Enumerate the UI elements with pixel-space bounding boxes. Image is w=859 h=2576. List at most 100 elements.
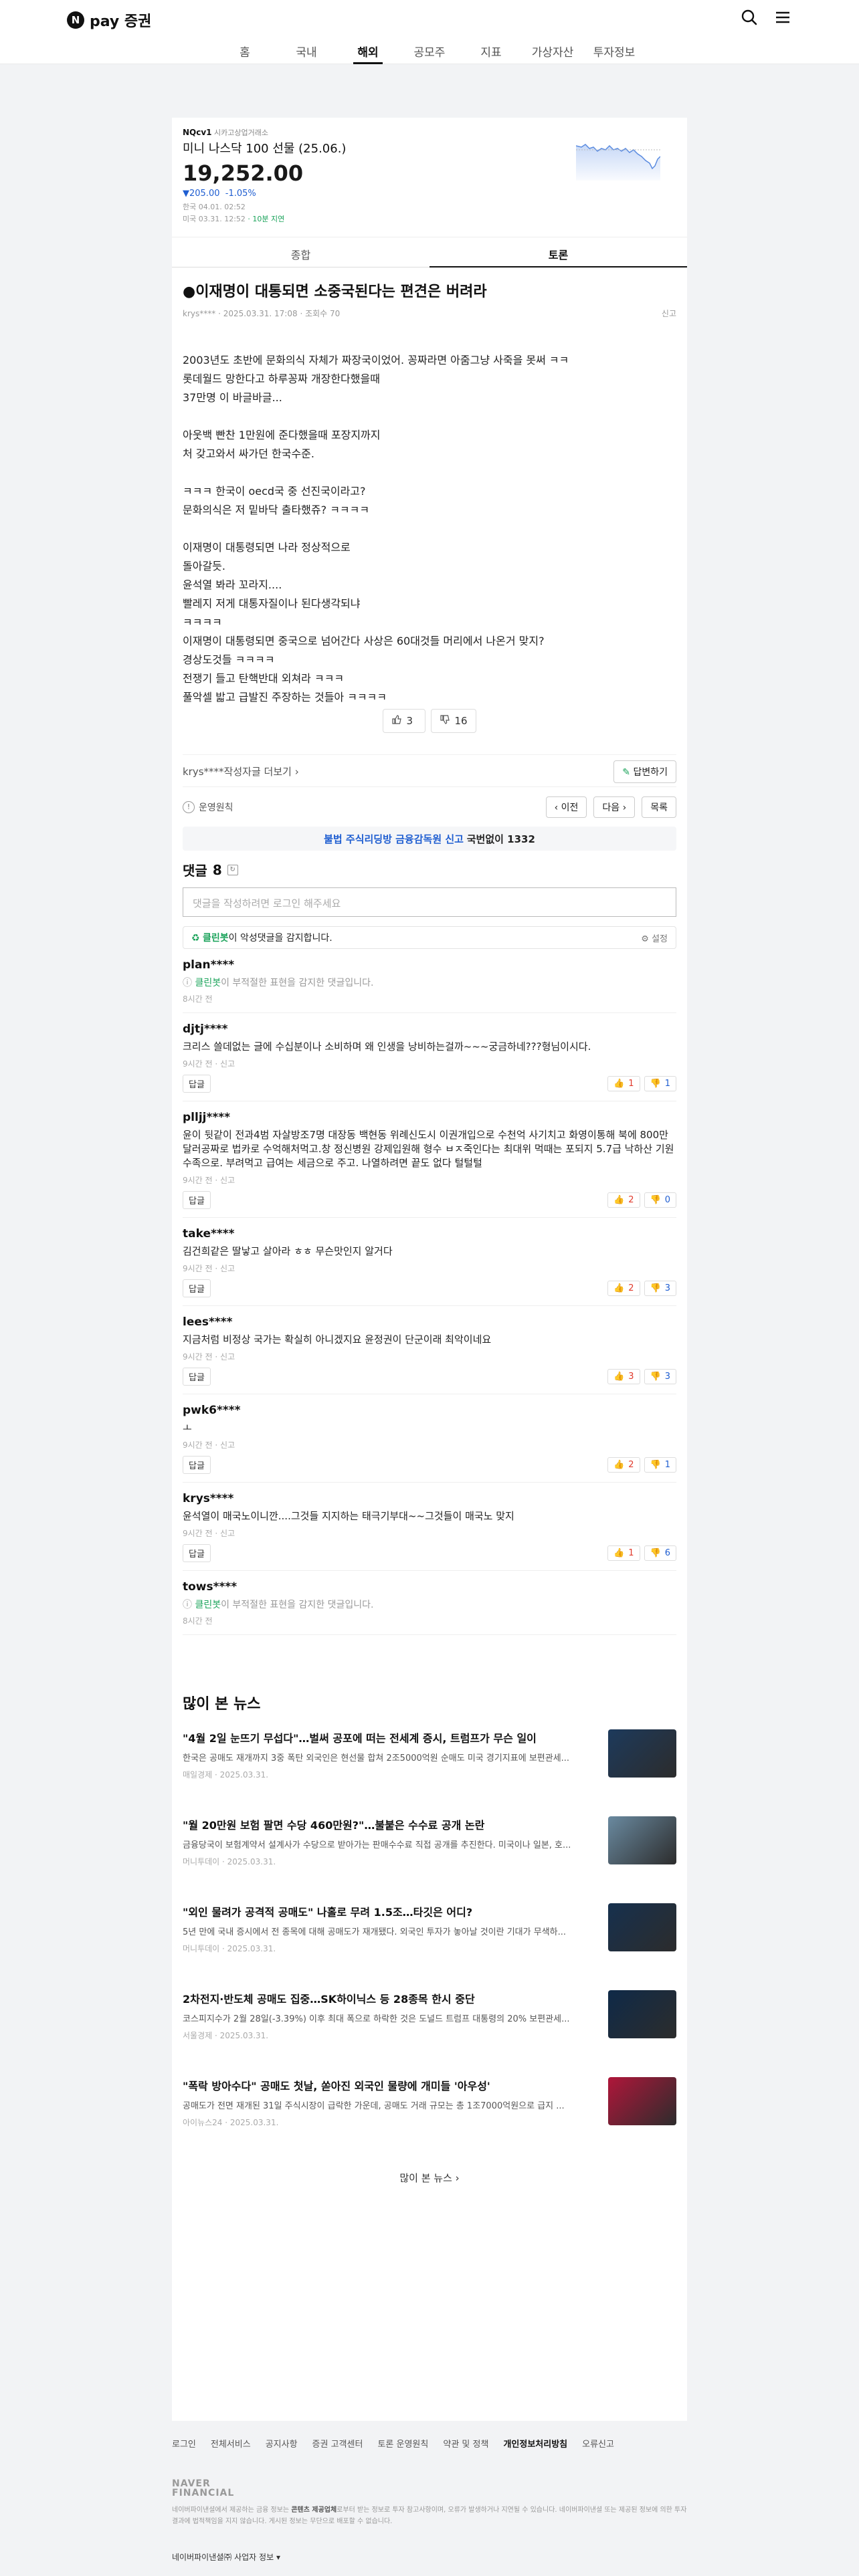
comment-user[interactable]: pwk6**** (183, 1404, 676, 1417)
comment-list: plan**** ⓘ 클린봇이 부적절한 표현을 감지한 댓글입니다. 8시간 전d… (183, 949, 676, 1635)
comment-report-link[interactable]: 신고 (220, 1059, 235, 1069)
nav-invest-info[interactable]: 투자정보 (583, 36, 645, 64)
footer-link[interactable]: 공지사항 (266, 2437, 298, 2450)
nav-home[interactable]: 홈 (214, 36, 276, 64)
footer-link[interactable]: 오류신고 (582, 2437, 614, 2450)
like-button[interactable]: 3 (383, 709, 426, 733)
comment-report-link[interactable]: 신고 (220, 1440, 235, 1450)
post-body-line: ㅋㅋㅋ 한국이 oecd국 중 선진국이라고? (183, 485, 366, 498)
comment-report-link[interactable]: 신고 (220, 1529, 235, 1538)
filtered-text: 이 부적절한 표현을 감지한 댓글입니다. (221, 978, 374, 988)
comment-report-link[interactable]: 신고 (220, 1264, 235, 1273)
comment-reply-button[interactable]: 답글 (183, 1544, 211, 1562)
footer-link[interactable]: 개인정보처리방침 (503, 2437, 567, 2450)
comment-item: pwk6**** ㅗ 9시간 전 · 신고 답글 👍 2 👎 1 (183, 1394, 676, 1483)
comment-reply-button[interactable]: 답글 (183, 1456, 211, 1474)
news-item[interactable]: "폭락 방아수다" 공매도 첫날, 쏟아진 외국인 물량에 개미들 '아우성' 공… (183, 2077, 676, 2144)
comment-report-link[interactable]: 신고 (220, 1352, 235, 1362)
post-body-line (183, 407, 676, 426)
comment-like-button[interactable]: 👍 2 (607, 1281, 640, 1296)
search-icon[interactable] (740, 8, 759, 27)
comment-dislike-button[interactable]: 👎 3 (644, 1369, 676, 1384)
news-item[interactable]: "외인 물려가 공격적 공매도" 나홀로 무려 1.5조…타깃은 어디? 5년 만… (183, 1903, 676, 1970)
footer-link[interactable]: 전체서비스 (211, 2437, 251, 2450)
footer-link[interactable]: 토론 운영원칙 (377, 2437, 428, 2450)
author-more-link[interactable]: krys****작성자글 더보기 › (183, 764, 299, 778)
prev-button[interactable]: ‹ 이전 (545, 796, 587, 818)
report-link[interactable]: 신고 (662, 308, 676, 319)
comment-user[interactable]: tows**** (183, 1580, 676, 1594)
comment-reply-button[interactable]: 답글 (183, 1075, 211, 1093)
nav-crypto[interactable]: 가상자산 (522, 36, 583, 64)
news-headline: "월 20만원 보험 팔면 수당 460만원?"…불붙은 수수료 공개 논란 (183, 1819, 485, 1832)
post-body-line: 풀악셀 밟고 급발진 주장하는 것들아 ㅋㅋㅋㅋ (183, 691, 387, 704)
comment-dislike-button[interactable]: 👎 1 (644, 1076, 676, 1091)
comments-label: 댓글 (183, 863, 207, 879)
tab-discussion[interactable]: 토론 (430, 237, 687, 267)
post-body-line: 윤석열 봐라 꼬라지.... (183, 578, 282, 591)
tab-overview[interactable]: 종합 (172, 237, 430, 267)
footer-link[interactable]: 증권 고객센터 (312, 2437, 363, 2450)
nav-domestic[interactable]: 국내 (276, 36, 337, 64)
news-item[interactable]: 2차전지·반도체 공매도 집중…SK하이닉스 등 28종목 한시 중단 코스피지수… (183, 1990, 676, 2057)
comment-text: 김건희같은 딸낳고 살아라 ㅎㅎ 무슨맛인지 알거다 (183, 1245, 393, 1257)
menu-icon[interactable] (773, 8, 792, 27)
policy-link[interactable]: ! 운영원칙 (183, 800, 233, 814)
more-news-link[interactable]: 많이 본 뉴스 › (183, 2171, 676, 2185)
cleanbot-text: 이 악성댓글을 감지합니다. (228, 933, 332, 944)
notice-provider-link[interactable]: 콘텐츠 제공업체 (291, 2506, 337, 2514)
comment-reply-button[interactable]: 답글 (183, 1279, 211, 1297)
reply-post-label: 답변하기 (633, 766, 668, 778)
local-time: 미국 03.31. 12:52 (183, 215, 246, 223)
news-item[interactable]: "월 20만원 보험 팔면 수당 460만원?"…불붙은 수수료 공개 논란 금융… (183, 1816, 676, 1883)
comment-like-button[interactable]: 👍 3 (607, 1369, 640, 1384)
comment-user[interactable]: take**** (183, 1227, 676, 1241)
reply-post-button[interactable]: ✎ 답변하기 (613, 760, 676, 783)
comment-input[interactable]: 댓글을 작성하려면 로그인 해주세요 (183, 887, 676, 917)
cleanbot-setting-button[interactable]: ⚙ 설정 (641, 932, 668, 944)
comment-report-link[interactable]: 신고 (220, 1176, 235, 1185)
comment-user[interactable]: plljj**** (183, 1111, 676, 1124)
fss-report-banner[interactable]: 불법 주식리딩방 금융감독원 신고 국번없이 1332 (183, 827, 676, 851)
comment-dislike-button[interactable]: 👎 3 (644, 1281, 676, 1296)
comment-item: djtj**** 크리스 쓸데없는 글에 수십분이나 소비하며 왜 인생을 낭비하… (183, 1013, 676, 1101)
post-body-line: 2003년도 초반에 문화의식 자체가 짜장국이었어. 꽁짜라면 아줌그냥 사죽… (183, 354, 569, 366)
comment-dislike-count: 3 (664, 1283, 670, 1293)
news-item[interactable]: "4월 2일 눈뜨기 무섭다"…벌써 공포에 떠는 전세계 증시, 트럼프가 무… (183, 1729, 676, 1796)
dislike-button[interactable]: 16 (431, 709, 476, 733)
thumbs-down-icon: 👎 (650, 1460, 661, 1470)
comment-time: 9시간 전 (183, 1176, 213, 1185)
news-thumbnail (608, 1729, 676, 1778)
comment-like-button[interactable]: 👍 1 (607, 1076, 640, 1091)
comment-dislike-button[interactable]: 👎 0 (644, 1192, 676, 1208)
dislike-count: 16 (454, 715, 468, 727)
comment-user[interactable]: krys**** (183, 1492, 676, 1505)
refresh-icon[interactable]: ↻ (227, 864, 238, 875)
news-source: 머니투데이 · 2025.03.31. (183, 1857, 276, 1866)
stock-summary[interactable]: NQcv1 시카고상업거래소 미니 나스닥 100 선물 (25.06.) 19… (172, 118, 687, 237)
comment-user[interactable]: plan**** (183, 958, 676, 972)
thumbs-up-icon: 👍 (613, 1195, 625, 1205)
comment-like-button[interactable]: 👍 2 (607, 1457, 640, 1473)
nav-indicators[interactable]: 지표 (460, 36, 522, 64)
business-info-link[interactable]: 네이버파이낸셜㈜ 사업자 정보 ▾ (172, 2551, 687, 2563)
comment-dislike-button[interactable]: 👎 1 (644, 1457, 676, 1473)
comments-section: 댓글 8 ↻ 댓글을 작성하려면 로그인 해주세요 ♻ 클린봇이 악성댓글을 감… (172, 853, 687, 1677)
comment-like-button[interactable]: 👍 1 (607, 1545, 640, 1561)
footer-link[interactable]: 로그인 (172, 2437, 196, 2450)
comment-user[interactable]: djtj**** (183, 1023, 676, 1036)
comment-reply-button[interactable]: 답글 (183, 1191, 211, 1209)
comment-dislike-button[interactable]: 👎 6 (644, 1545, 676, 1561)
comment-reply-button[interactable]: 답글 (183, 1368, 211, 1386)
footer-link[interactable]: 약관 및 정책 (443, 2437, 488, 2450)
next-button[interactable]: 다음 › (593, 796, 636, 818)
news-thumbnail (608, 1903, 676, 1951)
comment-user[interactable]: lees**** (183, 1315, 676, 1329)
npay-logo[interactable]: N pay 증권 (67, 7, 151, 33)
nav-ipo[interactable]: 공모주 (399, 36, 460, 64)
list-button[interactable]: 목록 (642, 796, 676, 818)
post-author[interactable]: krys**** (183, 309, 215, 318)
nav-overseas[interactable]: 해외 (337, 36, 399, 64)
comment-like-button[interactable]: 👍 2 (607, 1192, 640, 1208)
comment-time: 8시간 전 (183, 1616, 213, 1626)
